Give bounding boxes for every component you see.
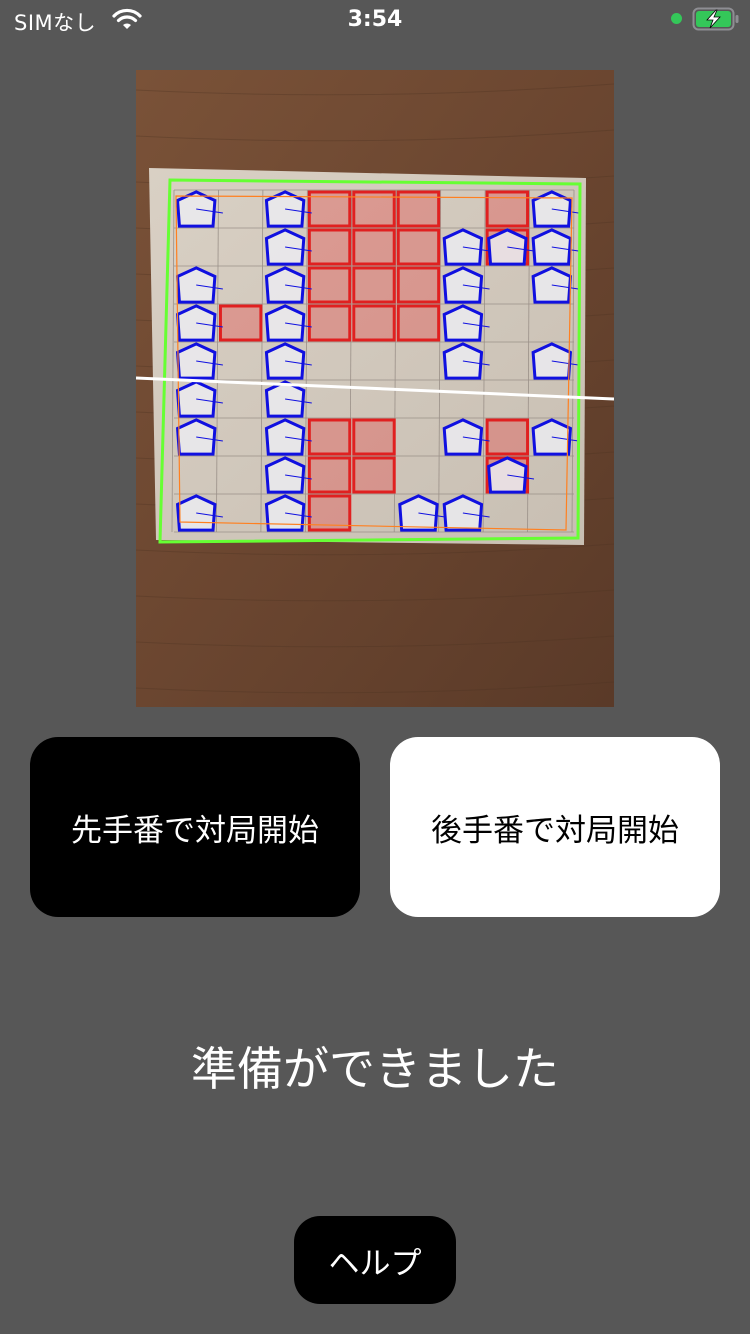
empty-cell-marker	[307, 456, 352, 494]
empty-cell-marker	[352, 418, 396, 456]
empty-cell-marker	[396, 228, 441, 266]
empty-cell-marker	[352, 304, 396, 342]
empty-cell-marker	[307, 266, 352, 304]
start-as-second-player-button[interactable]: 後手番で対局開始	[390, 737, 720, 917]
status-time: 3:54	[347, 7, 403, 32]
board-detection-image	[136, 70, 614, 707]
status-message: 準備ができました	[191, 1042, 559, 1096]
mic-indicator-dot	[671, 13, 682, 24]
camera-preview	[136, 70, 614, 707]
battery-charging-icon	[692, 7, 739, 31]
empty-cell-marker	[218, 304, 263, 342]
status-bar: SIMなし 3:54	[0, 0, 750, 40]
empty-cell-marker	[352, 228, 396, 266]
empty-cell-marker	[396, 304, 441, 342]
piece-detection-box	[487, 228, 528, 266]
empty-cell-marker	[307, 228, 352, 266]
empty-cell-marker	[396, 266, 441, 304]
empty-cell-marker	[307, 304, 352, 342]
piece-detection-box	[487, 456, 528, 494]
help-button[interactable]: ヘルプ	[294, 1216, 456, 1304]
empty-cell-marker	[352, 266, 396, 304]
empty-cell-marker	[352, 456, 396, 494]
start-as-first-player-button[interactable]: 先手番で対局開始	[30, 737, 360, 917]
empty-cell-marker	[307, 418, 352, 456]
empty-cell-marker	[485, 418, 530, 456]
